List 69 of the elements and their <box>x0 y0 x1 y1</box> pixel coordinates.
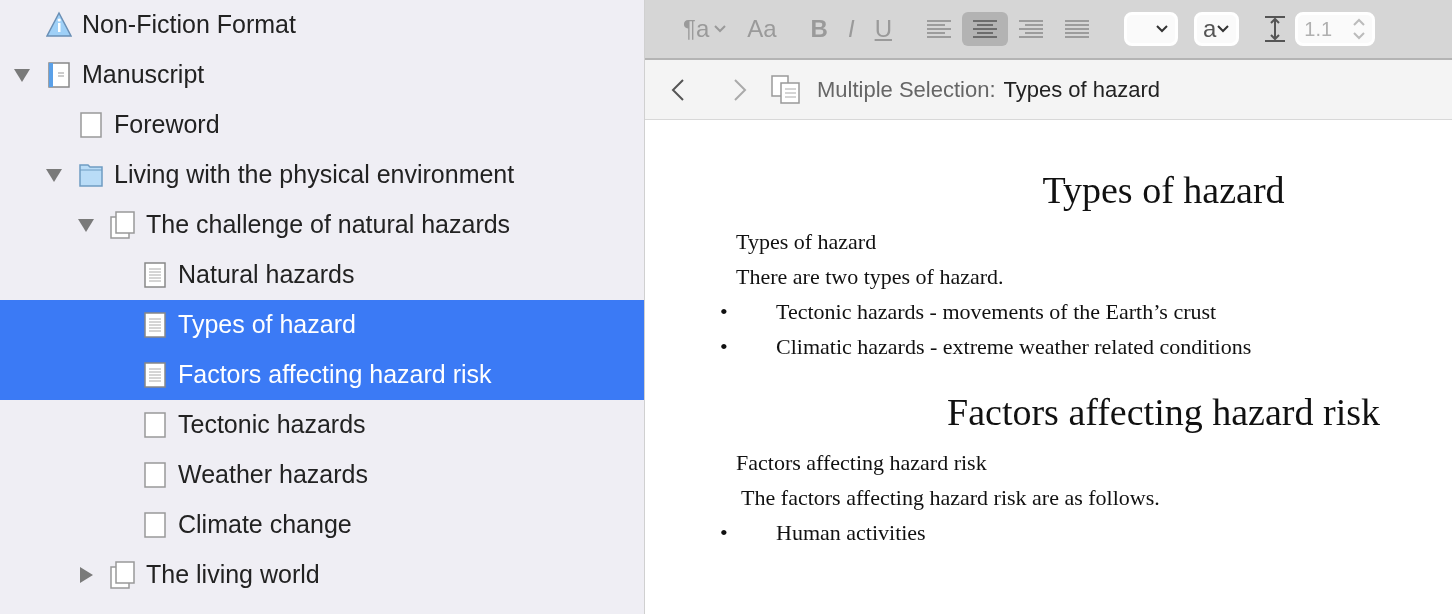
binder-item[interactable]: The challenge of natural hazards <box>0 200 644 250</box>
bullet: • <box>720 297 729 326</box>
binder-item[interactable]: Foreword <box>0 100 644 150</box>
binder-item-label: Weather hazards <box>178 459 368 491</box>
binder-item[interactable]: Natural hazards <box>0 250 644 300</box>
binder-item-label: Factors affecting hazard risk <box>178 359 492 391</box>
stacked-pages-icon <box>771 74 801 105</box>
binder-item[interactable]: Factors affecting hazard risk <box>0 350 644 400</box>
stacked-pages-icon <box>110 561 136 589</box>
chevron-down-icon <box>1216 24 1231 34</box>
binder-item[interactable]: Tectonic hazards <box>0 400 644 450</box>
align-center-button[interactable] <box>961 12 1008 46</box>
binder-item-label: Living with the physical environment <box>114 159 515 191</box>
document-title: Factors affecting hazard risk <box>946 389 1381 435</box>
paragraph: The factors affecting hazard risk are as follows. <box>740 484 1161 513</box>
document-title: Types of hazard <box>1041 168 1286 213</box>
back-icon[interactable] <box>671 77 685 102</box>
binder-item-label: Natural hazards <box>178 259 355 291</box>
blank-page-icon <box>142 461 168 489</box>
disclosure-triangle-down-icon[interactable] <box>46 167 62 183</box>
list-item: Climatic hazards - extreme weather related conditions <box>776 332 1252 361</box>
binder-item-label: Types of hazard <box>178 309 356 341</box>
paragraph: There are two types of hazard. <box>735 262 1005 291</box>
book-icon <box>46 61 72 89</box>
binder-item-label: The challenge of natural hazards <box>146 209 511 241</box>
binder-item-label: Foreword <box>114 109 220 141</box>
line-spacing-icon <box>1263 15 1288 43</box>
chevron-down-icon <box>713 24 728 34</box>
binder-item[interactable]: Manuscript <box>0 50 644 100</box>
align-left-icon <box>926 19 951 39</box>
bullet: • <box>720 332 729 361</box>
header-prefix: Multiple Selection: <box>817 76 996 104</box>
binder-item-label: Non-Fiction Format <box>82 9 296 41</box>
binder-item[interactable]: Climate change <box>0 500 644 550</box>
binder-item[interactable]: Types of hazard <box>0 300 644 350</box>
list-item: Human activities <box>776 519 926 548</box>
chevron-down-icon <box>1154 24 1169 34</box>
binder-item[interactable]: The living world <box>0 550 644 600</box>
disclosure-triangle-down-icon[interactable] <box>14 67 30 83</box>
color-popup[interactable] <box>1123 12 1178 46</box>
binder-item[interactable]: Living with the physical environment <box>0 150 644 200</box>
stacked-pages-icon <box>110 211 136 239</box>
bullet: • <box>720 519 729 548</box>
warning-info-icon <box>46 11 72 39</box>
binder-item-label: Tectonic hazards <box>178 409 366 441</box>
folder-icon <box>78 161 104 189</box>
blank-page-icon <box>142 511 168 539</box>
text-page-icon <box>142 361 168 389</box>
text-page-icon <box>142 261 168 289</box>
text-color-popup[interactable]: a <box>1193 12 1240 46</box>
text-page-icon <box>142 311 168 339</box>
binder-item-label: The living world <box>146 559 320 591</box>
blank-page-icon <box>142 411 168 439</box>
forward-icon[interactable] <box>733 77 747 102</box>
align-center-icon <box>972 19 997 39</box>
paragraph: Types of hazard <box>735 227 878 256</box>
binder-item[interactable]: Non-Fiction Format <box>0 0 644 50</box>
header-title: Types of hazard <box>1003 76 1161 104</box>
align-justify-icon <box>1064 19 1089 39</box>
binder-item-label: Climate change <box>178 509 352 541</box>
stepper-icon <box>1352 17 1367 41</box>
align-right-icon <box>1018 19 1043 39</box>
disclosure-triangle-right-icon[interactable] <box>78 567 94 583</box>
paragraph: Factors affecting hazard risk <box>735 449 988 478</box>
binder-item[interactable]: Weather hazards <box>0 450 644 500</box>
binder-item-label: Manuscript <box>82 59 205 91</box>
blank-page-icon <box>78 111 104 139</box>
list-item: Tectonic hazards - movements of the Earth’s crust <box>776 297 1217 326</box>
disclosure-triangle-down-icon[interactable] <box>78 217 94 233</box>
